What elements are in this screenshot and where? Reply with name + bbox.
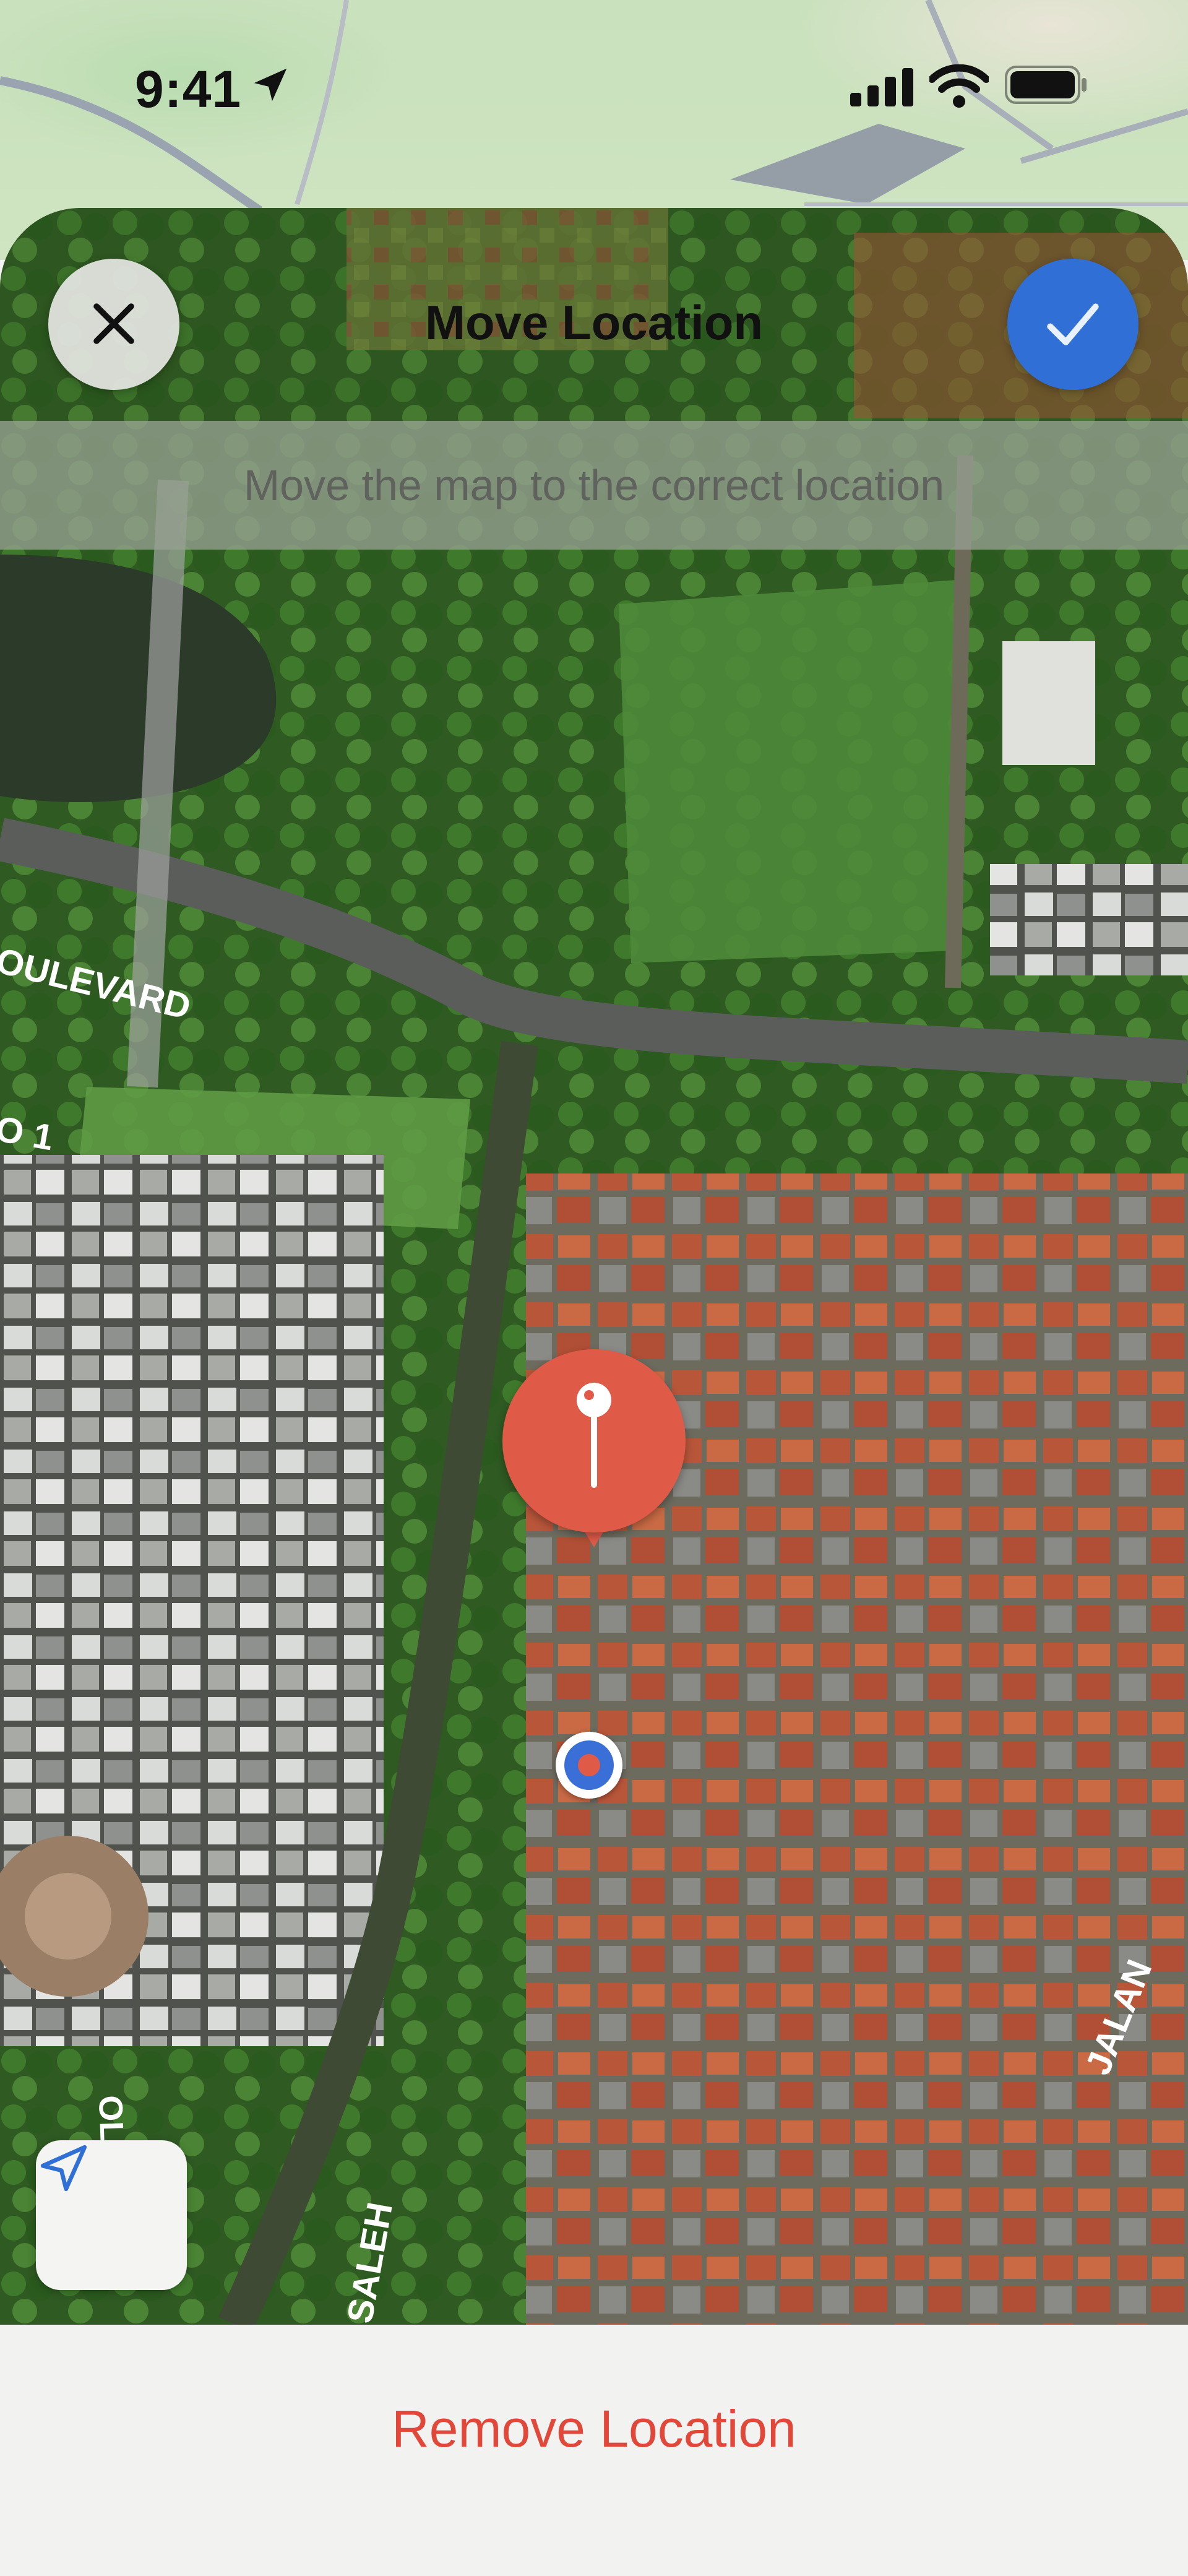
current-location-dot [556,1732,622,1799]
checkmark-icon [1039,290,1107,360]
confirm-button[interactable] [1007,259,1138,390]
bottom-bar: Remove Location [0,2325,1188,2576]
sheet-header: Move Location [0,208,1188,421]
remove-location-button[interactable]: Remove Location [0,2399,1188,2459]
status-bar: 9:41 [0,0,1188,179]
status-time: 9:41 [135,60,242,118]
wifi-icon [928,64,990,111]
move-location-sheet: OULEVARD O 1 JALAN SALEH OLO U [0,208,1188,2576]
move-location-screen: 9:41 OULEVARD O 1 JALAN SALEH OLO Move L… [0,0,1188,2576]
recenter-button[interactable] [36,2140,187,2290]
instruction-banner: Move the map to the correct location [0,421,1188,550]
battery-icon [1005,66,1088,107]
instruction-text: Move the map to the correct location [243,461,945,509]
location-arrow-icon [249,63,292,110]
cellular-signal-icon [850,68,915,110]
location-pin [502,1349,686,1609]
